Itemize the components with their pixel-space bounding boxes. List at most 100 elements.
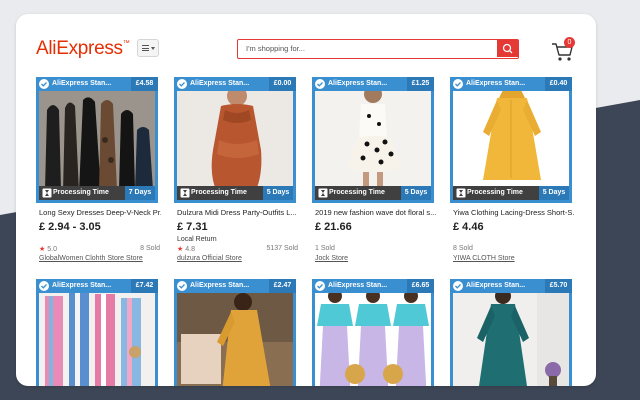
product-photo (177, 282, 293, 386)
store-link[interactable]: Jock Store (315, 255, 348, 262)
product-title[interactable]: Long Sexy Dresses Deep-V-Neck Pr... (39, 208, 161, 217)
rating-value: 5.0 (47, 246, 57, 253)
standard-shipping-badge: AliExpress Stan... £4.58 (36, 77, 158, 91)
sold-count: 1 Sold (315, 245, 335, 252)
product-image[interactable] (312, 279, 434, 386)
badge-label: AliExpress Stan... (190, 80, 250, 87)
check-icon (177, 281, 187, 291)
processing-time-bar: Processing Time 5 Days (453, 186, 569, 200)
menu-icon (142, 45, 149, 53)
product-image[interactable] (36, 77, 158, 203)
badge-label: AliExpress Stan... (328, 282, 388, 289)
shipping-price: £5.70 (545, 279, 572, 293)
store-link[interactable]: dulzura Official Store (177, 255, 242, 262)
product-title[interactable]: Dulzura Midi Dress Party-Outfits L... (177, 208, 299, 217)
processing-label: Processing Time (467, 189, 523, 196)
product-photo (315, 80, 431, 200)
product-image[interactable] (36, 279, 158, 386)
standard-shipping-badge: AliExpress Stan... £0.00 (174, 77, 296, 91)
processing-days: 5 Days (401, 186, 431, 200)
sold-count: 8 Sold (453, 245, 473, 252)
shipping-price: £6.65 (407, 279, 434, 293)
rating-value: 4.8 (185, 246, 195, 253)
product-image[interactable] (174, 279, 296, 386)
rating-row: ★ 4.8 5137 Sold (177, 245, 298, 253)
processing-time-bar: Processing Time 5 Days (315, 186, 431, 200)
standard-shipping-badge: AliExpress Stan... £5.70 (450, 279, 572, 293)
check-icon (177, 79, 187, 89)
cart-count-badge: 0 (564, 37, 575, 48)
product-photo (453, 282, 569, 386)
badge-label: AliExpress Stan... (52, 80, 112, 87)
standard-shipping-badge: AliExpress Stan... £1.25 (312, 77, 434, 91)
star-icon: ★ (177, 246, 184, 253)
local-return-note: Local Return (177, 236, 217, 243)
extension-panel: AliExpress™ I'm shopping for... AliExpre… (16, 14, 596, 386)
product-photo (177, 80, 293, 200)
processing-label: Processing Time (53, 189, 109, 196)
check-icon (39, 79, 49, 89)
search-button[interactable] (497, 40, 518, 57)
processing-days: 7 Days (125, 186, 155, 200)
processing-days: 5 Days (539, 186, 569, 200)
chevron-down-icon (151, 47, 155, 50)
processing-time-bar: Processing Time 5 Days (177, 186, 293, 200)
processing-label: Processing Time (191, 189, 247, 196)
badge-label: AliExpress Stan... (466, 80, 526, 87)
badge-label: AliExpress Stan... (466, 282, 526, 289)
product-image[interactable] (450, 279, 572, 386)
product-price: £ 2.94 - 3.05 (39, 221, 101, 233)
header: AliExpress™ (16, 14, 596, 76)
check-icon (39, 281, 49, 291)
badge-label: AliExpress Stan... (190, 282, 250, 289)
product-photo (453, 80, 569, 200)
check-icon (315, 281, 325, 291)
shipping-price: £2.47 (269, 279, 296, 293)
shipping-price: £1.25 (407, 77, 434, 91)
shipping-price: £4.58 (131, 77, 158, 91)
logo-text: AliExpress (36, 38, 123, 59)
rating-row: 1 Sold (315, 245, 436, 252)
rating-row: 8 Sold (453, 245, 574, 252)
check-icon (315, 79, 325, 89)
shipping-price: £0.40 (545, 77, 572, 91)
search-icon (502, 43, 513, 54)
standard-shipping-badge: AliExpress Stan... £6.65 (312, 279, 434, 293)
product-photo (39, 282, 155, 386)
category-menu-button[interactable] (137, 39, 159, 57)
product-image[interactable] (174, 77, 296, 203)
rating-row: ★ 5.0 8 Sold (39, 245, 160, 253)
standard-shipping-badge: AliExpress Stan... £2.47 (174, 279, 296, 293)
product-image[interactable] (450, 77, 572, 203)
logo-tm: ™ (122, 40, 130, 47)
product-photo (39, 80, 155, 200)
store-link[interactable]: YIWA CLOTH Store (453, 255, 515, 262)
check-icon (453, 79, 463, 89)
hourglass-icon (318, 188, 328, 198)
star-icon: ★ (39, 246, 46, 253)
sold-count: 8 Sold (140, 245, 160, 252)
standard-shipping-badge: AliExpress Stan... £7.42 (36, 279, 158, 293)
hourglass-icon (42, 188, 52, 198)
hourglass-icon (180, 188, 190, 198)
product-image[interactable] (312, 77, 434, 203)
processing-days: 5 Days (263, 186, 293, 200)
search-bar (237, 39, 519, 59)
hourglass-icon (456, 188, 466, 198)
processing-label: Processing Time (329, 189, 385, 196)
product-price: £ 4.46 (453, 221, 484, 233)
product-photo (315, 282, 431, 386)
shipping-price: £7.42 (131, 279, 158, 293)
search-input[interactable] (238, 40, 504, 57)
badge-label: AliExpress Stan... (328, 80, 388, 87)
product-title[interactable]: Yiwa Clothing Lacing-Dress Short-S... (453, 208, 575, 217)
product-title[interactable]: 2019 new fashion wave dot floral s... (315, 208, 437, 217)
store-link[interactable]: GlobalWomen Clohth Store Store (39, 255, 143, 262)
check-icon (453, 281, 463, 291)
product-price: £ 21.66 (315, 221, 352, 233)
standard-shipping-badge: AliExpress Stan... £0.40 (450, 77, 572, 91)
sold-count: 5137 Sold (266, 245, 298, 252)
badge-label: AliExpress Stan... (52, 282, 112, 289)
aliexpress-logo[interactable]: AliExpress™ (36, 38, 130, 60)
product-price: £ 7.31 (177, 221, 208, 233)
